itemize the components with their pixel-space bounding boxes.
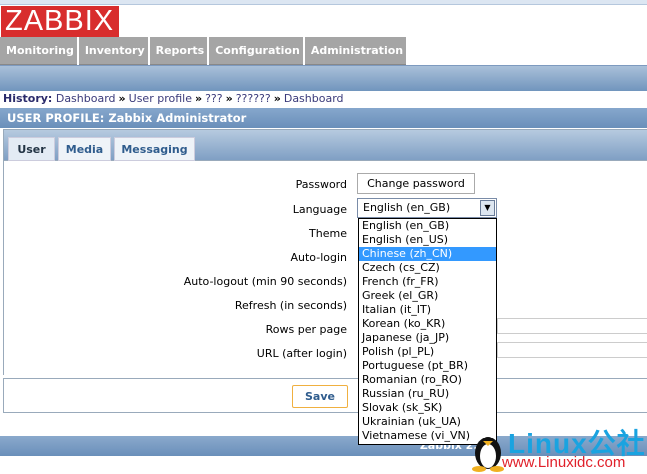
language-option[interactable]: English (en_US) bbox=[359, 233, 496, 247]
rows-per-page-label: Rows per page bbox=[265, 323, 347, 336]
nav-configuration[interactable]: Configuration bbox=[209, 37, 303, 65]
url-input[interactable] bbox=[497, 342, 647, 358]
language-option[interactable]: English (en_GB) bbox=[359, 219, 496, 233]
page-title: USER PROFILE: Zabbix Administrator bbox=[0, 108, 647, 128]
tab-bar: User Media Messaging bbox=[3, 129, 647, 161]
autologout-label: Auto-logout (min 90 seconds) bbox=[183, 275, 347, 288]
sep: » bbox=[194, 92, 203, 105]
history-label: History: bbox=[3, 92, 53, 105]
language-option[interactable]: Czech (cs_CZ) bbox=[359, 261, 496, 275]
penguin-icon bbox=[472, 434, 504, 472]
main-nav: Monitoring Inventory Reports Configurati… bbox=[0, 37, 408, 65]
language-label: Language bbox=[292, 203, 347, 216]
watermark: Linux公社 www.Linuxidc.com bbox=[470, 422, 647, 474]
save-button[interactable]: Save bbox=[292, 385, 348, 408]
url-label: URL (after login) bbox=[256, 347, 347, 360]
refresh-label: Refresh (in seconds) bbox=[234, 299, 347, 312]
sub-nav-bar bbox=[0, 65, 647, 91]
nav-inventory[interactable]: Inventory bbox=[78, 37, 148, 65]
sep: » bbox=[273, 92, 281, 105]
history-link[interactable]: Dashboard bbox=[284, 92, 344, 105]
nav-administration[interactable]: Administration bbox=[304, 37, 407, 65]
history-link[interactable]: ?????? bbox=[236, 92, 271, 105]
language-option[interactable]: Greek (el_GR) bbox=[359, 289, 496, 303]
language-option[interactable]: Portuguese (pt_BR) bbox=[359, 359, 496, 373]
history-link[interactable]: Dashboard bbox=[56, 92, 116, 105]
sep: » bbox=[225, 92, 233, 105]
sep: » bbox=[118, 92, 126, 105]
password-label: Password bbox=[295, 178, 347, 191]
language-value: English (en_GB) bbox=[363, 201, 451, 214]
autologin-label: Auto-login bbox=[290, 251, 347, 264]
language-option[interactable]: Korean (ko_KR) bbox=[359, 317, 496, 331]
nav-reports[interactable]: Reports bbox=[149, 37, 208, 65]
history-link[interactable]: User profile bbox=[129, 92, 192, 105]
tab-messaging[interactable]: Messaging bbox=[114, 137, 195, 161]
rows-per-page-input[interactable] bbox=[497, 318, 647, 334]
history-link[interactable]: ??? bbox=[205, 92, 223, 105]
zabbix-logo[interactable]: ZABBIX bbox=[1, 6, 119, 37]
tab-media[interactable]: Media bbox=[58, 137, 111, 161]
language-dropdown-list: English (en_GB) English (en_US) Chinese (z… bbox=[358, 218, 497, 445]
chevron-down-icon[interactable]: ▼ bbox=[480, 200, 495, 216]
language-option[interactable]: Polish (pl_PL) bbox=[359, 345, 496, 359]
language-option[interactable]: Romanian (ro_RO) bbox=[359, 373, 496, 387]
form-footer: Save bbox=[3, 378, 647, 413]
language-option[interactable]: Italian (it_IT) bbox=[359, 303, 496, 317]
language-select[interactable]: English (en_GB) ▼ bbox=[357, 198, 497, 218]
language-option[interactable]: Japanese (ja_JP) bbox=[359, 331, 496, 345]
breadcrumb: History: Dashboard» User profile»???»????… bbox=[3, 92, 344, 105]
change-password-button[interactable]: Change password bbox=[357, 173, 475, 194]
language-option[interactable]: French (fr_FR) bbox=[359, 275, 496, 289]
language-option[interactable]: Russian (ru_RU) bbox=[359, 387, 496, 401]
watermark-url: www.Linuxidc.com bbox=[502, 454, 626, 471]
language-option[interactable]: Slovak (sk_SK) bbox=[359, 401, 496, 415]
tab-user[interactable]: User bbox=[8, 137, 55, 161]
language-option[interactable]: Chinese (zh_CN) bbox=[359, 247, 496, 261]
nav-monitoring[interactable]: Monitoring bbox=[0, 37, 77, 65]
theme-label: Theme bbox=[309, 227, 347, 240]
